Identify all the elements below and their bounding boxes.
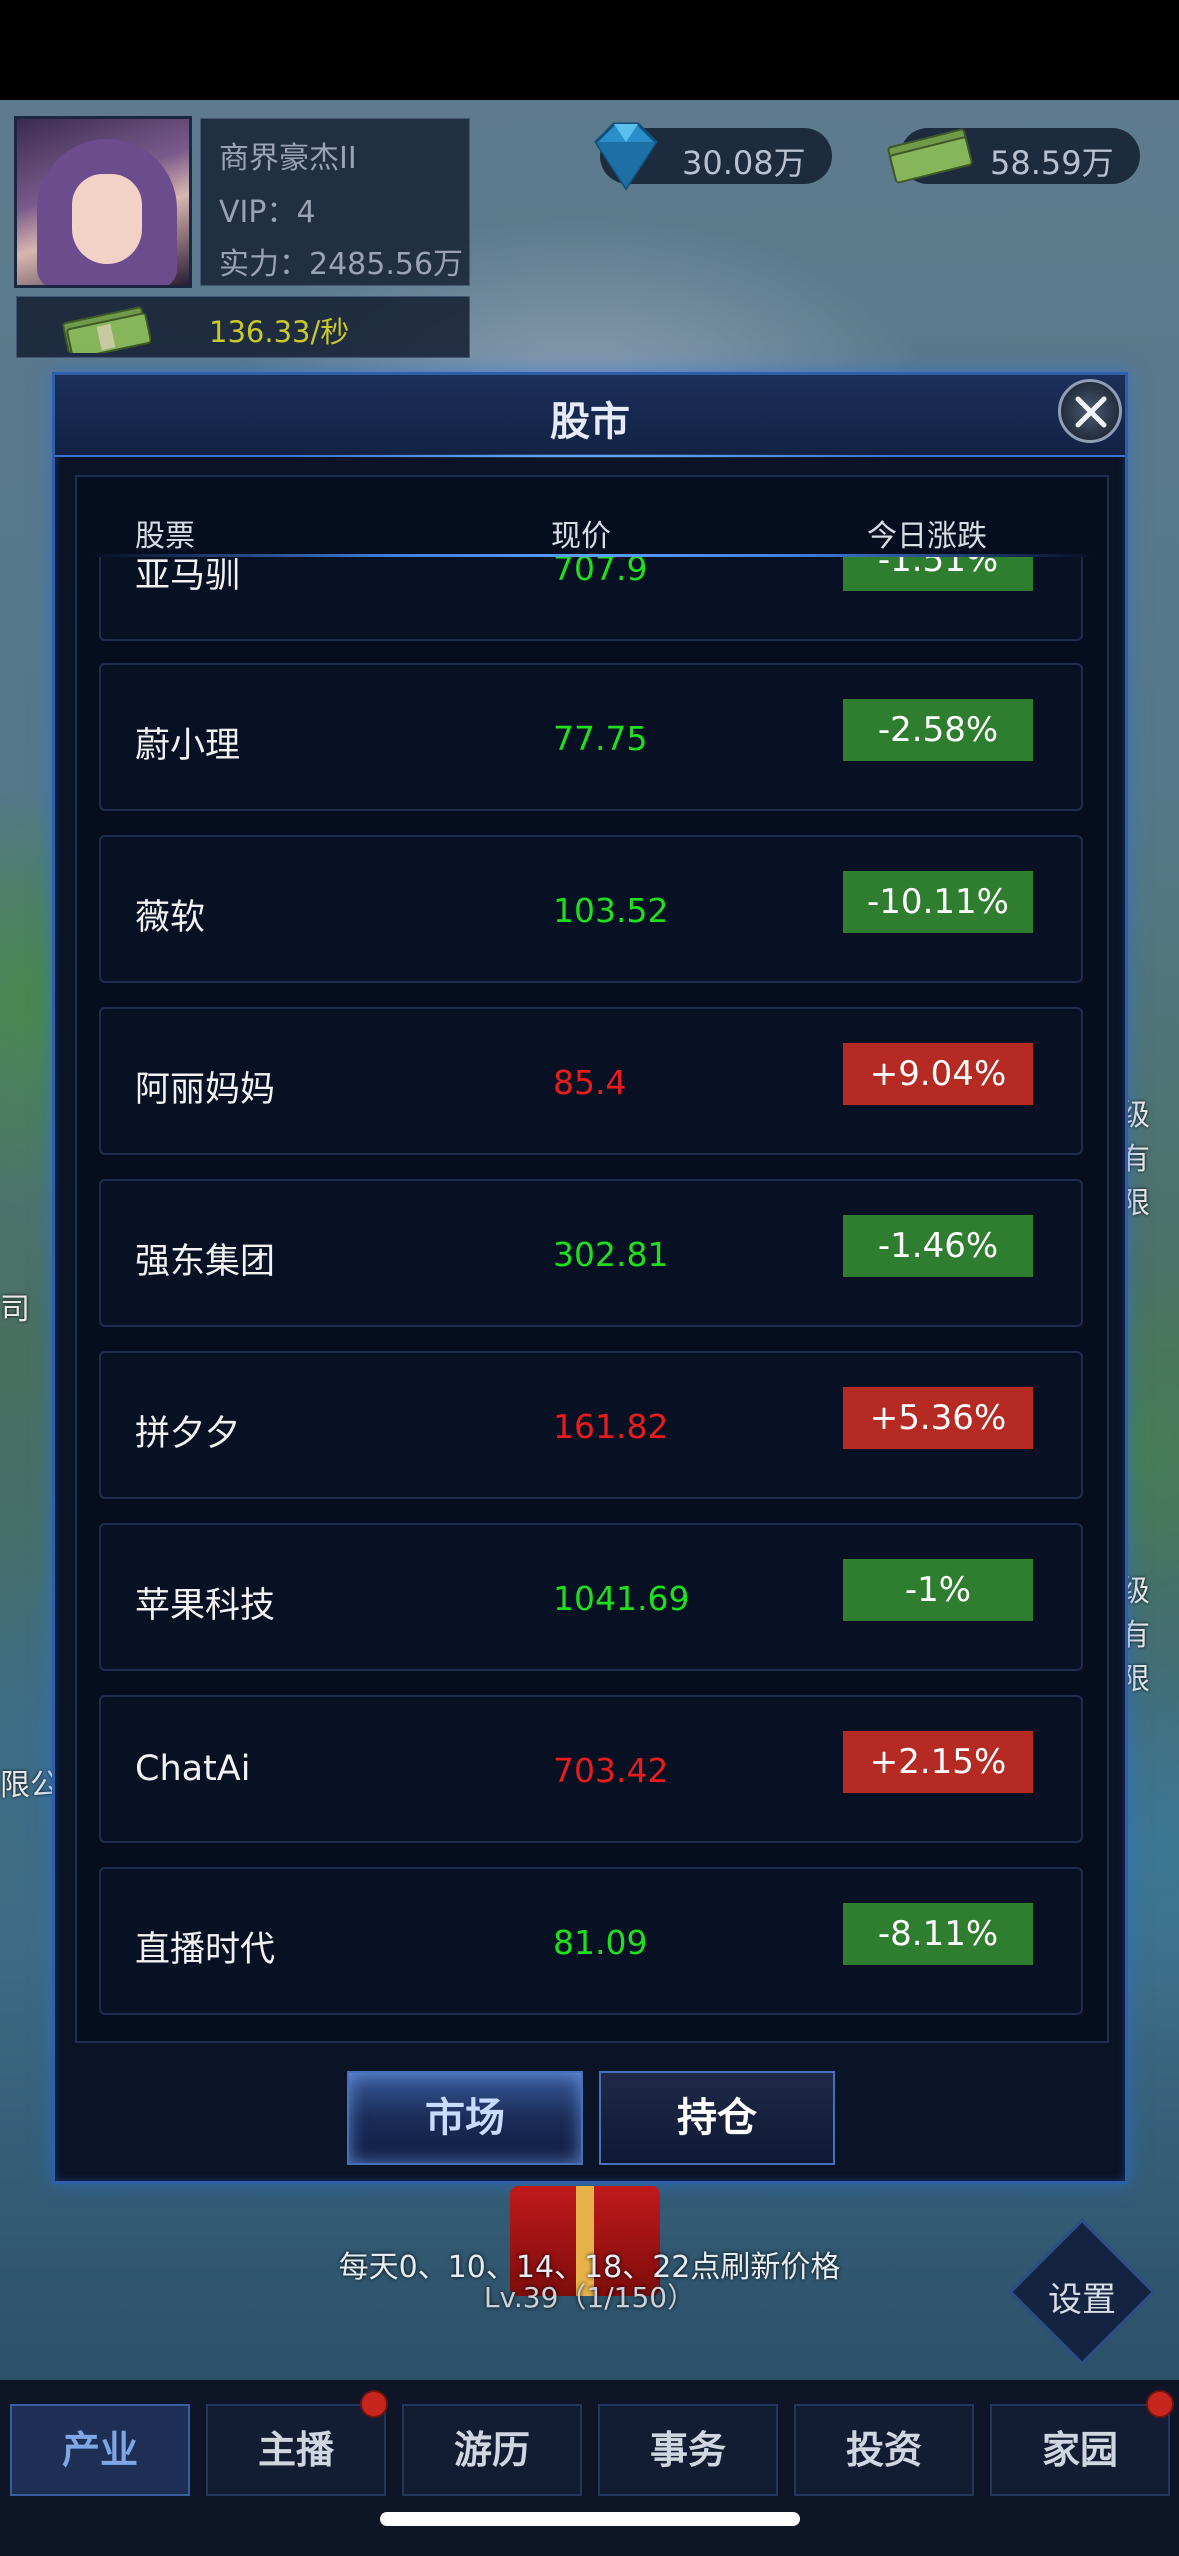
stock-name: 直播时代 bbox=[135, 1930, 276, 1970]
background-label: 有限 bbox=[1120, 1142, 1150, 1221]
modal-title: 股市 bbox=[550, 399, 630, 445]
stock-change-badge: +5.36% bbox=[843, 1387, 1033, 1449]
nav-item-home[interactable]: 家园 bbox=[990, 2404, 1170, 2496]
stock-name: 薇软 bbox=[135, 898, 206, 938]
background-label: 有限 bbox=[1120, 1618, 1150, 1697]
stock-name: 阿丽妈妈 bbox=[135, 1070, 276, 1110]
income-bar: 136.33/秒 bbox=[16, 296, 470, 358]
stock-change-badge: -1.46% bbox=[843, 1215, 1033, 1277]
column-header-change: 今日涨跌 bbox=[867, 519, 987, 554]
stock-name: 亚马驯 bbox=[135, 557, 241, 596]
settings-label[interactable]: 设置 bbox=[1010, 2272, 1154, 2321]
home-indicator[interactable] bbox=[380, 2512, 800, 2526]
stock-name: 苹果科技 bbox=[135, 1586, 276, 1626]
stock-change-badge: +9.04% bbox=[843, 1043, 1033, 1105]
stock-row[interactable]: 蔚小理 77.75 -2.58% bbox=[99, 663, 1083, 811]
close-button[interactable] bbox=[1058, 379, 1122, 443]
nav-item-affairs[interactable]: 事务 bbox=[598, 2404, 778, 2496]
nav-item-streamer[interactable]: 主播 bbox=[206, 2404, 386, 2496]
stock-price: 707.9 bbox=[553, 557, 648, 588]
stock-list[interactable]: 亚马驯 707.9 -1.51% 蔚小理 77.75 -2.58% 薇软 103… bbox=[77, 557, 1107, 2041]
nav-item-travel[interactable]: 游历 bbox=[402, 2404, 582, 2496]
stock-row[interactable]: 亚马驯 707.9 -1.51% bbox=[99, 557, 1083, 641]
column-header-stock: 股票 bbox=[135, 519, 195, 554]
table-header: 股票 现价 今日涨跌 bbox=[77, 477, 1107, 557]
vip-level: VIP：4 bbox=[219, 195, 316, 230]
diamond-counter[interactable]: 30.08万 bbox=[594, 122, 832, 191]
cash-icon bbox=[887, 128, 973, 184]
avatar[interactable] bbox=[14, 116, 192, 288]
bottom-nav: 产业 主播 游历 事务 投资 家园 bbox=[0, 2380, 1179, 2556]
stock-price: 77.75 bbox=[553, 719, 648, 758]
stock-price: 1041.69 bbox=[553, 1579, 690, 1618]
column-header-price: 现价 bbox=[551, 519, 611, 554]
background-label: 司 bbox=[0, 1292, 30, 1327]
notification-badge bbox=[360, 2390, 388, 2418]
diamond-amount: 30.08万 bbox=[682, 144, 806, 182]
tab-holdings[interactable]: 持仓 bbox=[599, 2071, 835, 2165]
stock-name: 蔚小理 bbox=[135, 726, 241, 766]
stock-change-badge: -10.11% bbox=[843, 871, 1033, 933]
player-name: 商界豪杰II bbox=[219, 141, 357, 176]
income-rate: 136.33/秒 bbox=[209, 315, 350, 349]
stock-change-badge: +2.15% bbox=[843, 1731, 1033, 1793]
tab-market[interactable]: 市场 bbox=[347, 2071, 583, 2165]
player-info-panel: 商界豪杰II VIP：4 实力：2485.56万 bbox=[200, 118, 470, 286]
stock-table[interactable]: 股票 现价 今日涨跌 亚马驯 707.9 -1.51% 蔚小理 77.75 -2… bbox=[75, 475, 1109, 2043]
level-progress: Lv.39（1/150） bbox=[483, 2281, 696, 2314]
stock-change-badge: -1.51% bbox=[843, 557, 1033, 591]
stock-price: 85.4 bbox=[553, 1063, 627, 1102]
nav-item-invest[interactable]: 投资 bbox=[794, 2404, 974, 2496]
stock-price: 103.52 bbox=[553, 891, 669, 930]
stock-price: 703.42 bbox=[553, 1751, 669, 1790]
close-icon bbox=[1075, 396, 1107, 428]
stock-row[interactable]: ChatAi 703.42 +2.15% bbox=[99, 1695, 1083, 1843]
cash-icon bbox=[62, 306, 151, 353]
stock-name: ChatAi bbox=[135, 1749, 251, 1789]
stock-market-modal: 股市 股票 现价 今日涨跌 亚马驯 707.9 -1.51% 蔚小理 77.75… bbox=[52, 372, 1128, 2184]
stock-row[interactable]: 阿丽妈妈 85.4 +9.04% bbox=[99, 1007, 1083, 1155]
stock-name: 拼夕夕 bbox=[135, 1414, 241, 1454]
modal-header: 股市 bbox=[55, 375, 1125, 458]
stock-price: 302.81 bbox=[553, 1235, 669, 1274]
stock-change-badge: -1% bbox=[843, 1559, 1033, 1621]
stock-price: 81.09 bbox=[553, 1923, 648, 1962]
notification-badge bbox=[1146, 2390, 1174, 2418]
avatar-face bbox=[72, 174, 142, 264]
stock-row[interactable]: 直播时代 81.09 -8.11% bbox=[99, 1867, 1083, 2015]
stock-price: 161.82 bbox=[553, 1407, 669, 1446]
stock-name: 强东集团 bbox=[135, 1242, 276, 1282]
diamond-icon bbox=[594, 122, 658, 191]
cash-amount: 58.59万 bbox=[990, 144, 1114, 182]
nav-item-industry[interactable]: 产业 bbox=[10, 2404, 190, 2496]
stock-row[interactable]: 强东集团 302.81 -1.46% bbox=[99, 1179, 1083, 1327]
stock-row[interactable]: 拼夕夕 161.82 +5.36% bbox=[99, 1351, 1083, 1499]
stock-row[interactable]: 薇软 103.52 -10.11% bbox=[99, 835, 1083, 983]
stock-row[interactable]: 苹果科技 1041.69 -1% bbox=[99, 1523, 1083, 1671]
background-label: 限公 bbox=[0, 1768, 60, 1803]
stock-change-badge: -8.11% bbox=[843, 1903, 1033, 1965]
stock-change-badge: -2.58% bbox=[843, 699, 1033, 761]
cash-counter[interactable]: 58.59万 bbox=[887, 128, 1140, 184]
player-power: 实力：2485.56万 bbox=[219, 247, 464, 282]
